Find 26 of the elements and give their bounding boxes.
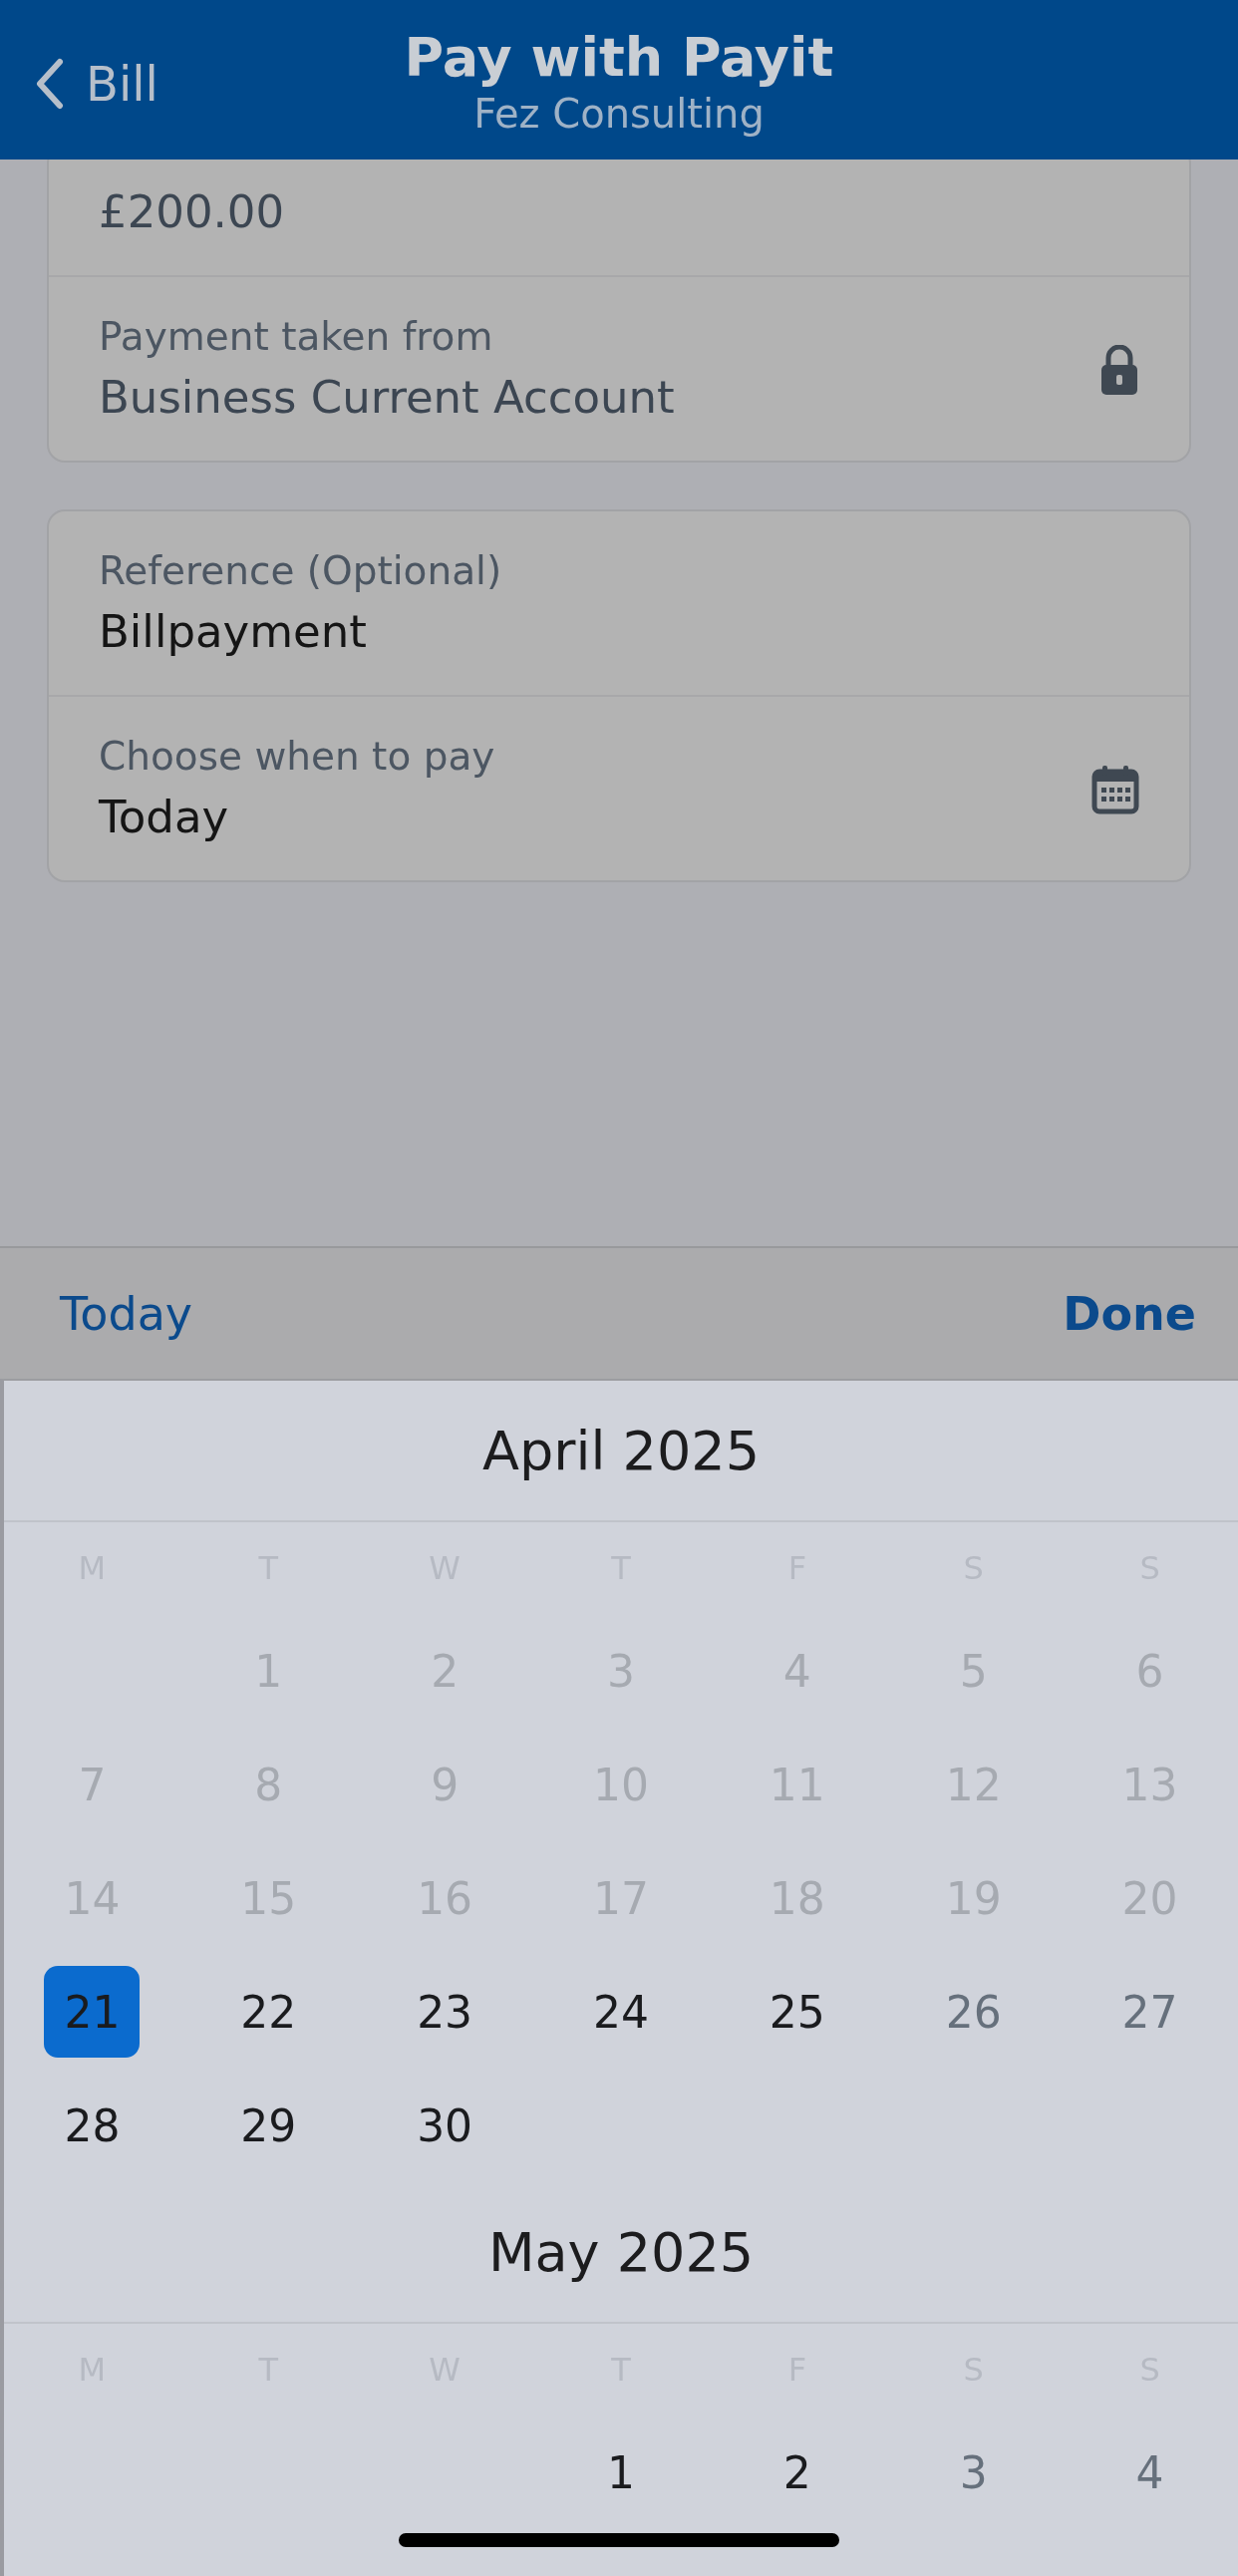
calendar-day[interactable]: 1 — [573, 2426, 669, 2518]
field-value: Business Current Account — [99, 370, 676, 426]
done-button[interactable]: Done — [1063, 1286, 1196, 1341]
field-label: Choose when to pay — [99, 733, 496, 781]
month-title: April 2025 — [4, 1381, 1238, 1522]
page-subtitle: Fez Consulting — [473, 90, 765, 138]
calendar-day[interactable]: 25 — [749, 1966, 845, 2058]
today-button[interactable]: Today — [60, 1286, 193, 1341]
month-title: May 2025 — [4, 2182, 1238, 2324]
field-value[interactable]: Today — [99, 789, 1091, 846]
page-title: Pay with Payit — [404, 26, 834, 90]
field-label: Reference (Optional) — [99, 547, 503, 595]
calendar-day[interactable]: 30 — [397, 2080, 493, 2171]
calendar-day[interactable]: 28 — [44, 2080, 141, 2171]
calendar-day[interactable]: 2 — [749, 2426, 845, 2518]
field-label: Payment taken from — [99, 313, 494, 361]
back-button[interactable]: Bill — [34, 56, 158, 112]
calendar-day[interactable]: 23 — [397, 1966, 493, 2058]
field-value[interactable]: Billpayment — [99, 603, 1139, 661]
lock-icon — [1099, 345, 1139, 395]
calendar-day[interactable]: 24 — [573, 1966, 669, 2058]
calendar-day[interactable]: 22 — [220, 1966, 317, 2058]
calendar-day[interactable]: 29 — [220, 2080, 317, 2171]
field-value: £200.00 — [99, 184, 286, 240]
chevron-left-icon — [34, 58, 64, 110]
calendar-icon[interactable] — [1091, 765, 1139, 814]
